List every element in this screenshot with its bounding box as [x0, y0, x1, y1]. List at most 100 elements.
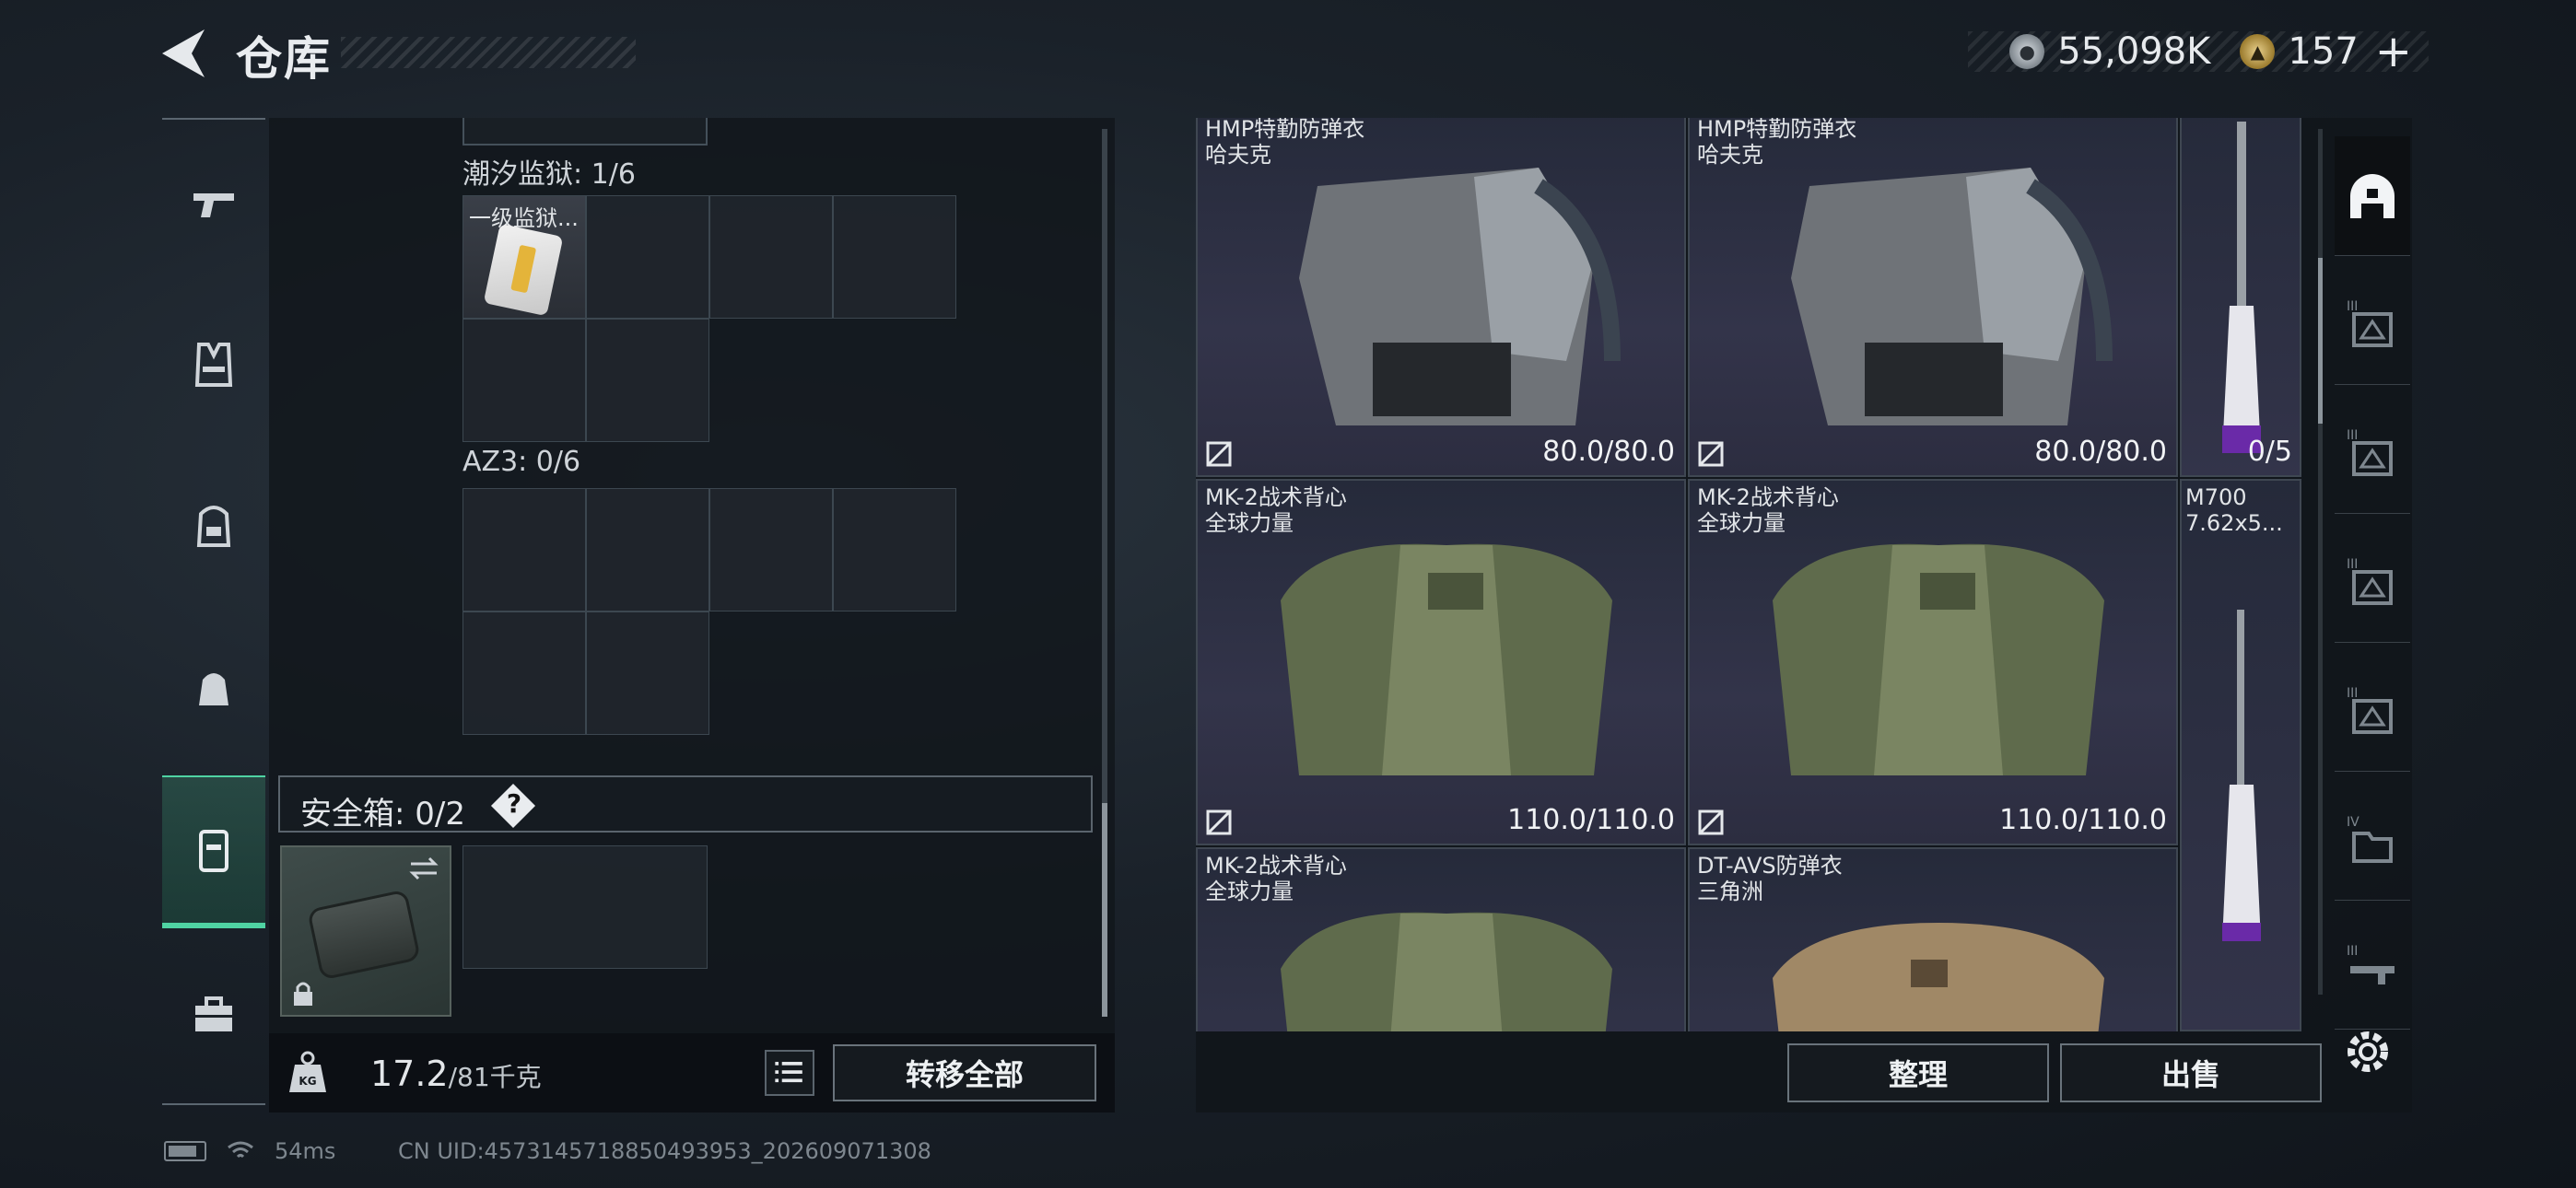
folder-tier-icon: IV: [2347, 815, 2393, 863]
warehouse-tab-main[interactable]: [2335, 136, 2410, 256]
toolbox-icon: [195, 996, 232, 1031]
no-insure-icon: [1206, 441, 1232, 467]
user-uid: CN UID:4573145718850493953_202609071308: [398, 1138, 931, 1164]
inventory-item-tile[interactable]: HMP特勤防弹衣 哈夫克 80.0/80.0: [1196, 118, 1686, 477]
svg-text:III: III: [2347, 299, 2358, 314]
rail-item-toolbox[interactable]: [162, 950, 265, 1079]
grid-cell[interactable]: [709, 195, 833, 319]
warehouse-tab-2[interactable]: III: [2335, 265, 2410, 385]
ping-value: 54ms: [275, 1138, 336, 1164]
no-insure-icon: [1698, 809, 1724, 835]
weapon-tier-icon: III: [2347, 944, 2395, 984]
grid-cell[interactable]: [709, 488, 833, 611]
help-mark: ?: [506, 788, 522, 819]
weight-kg-icon: KG: [289, 1051, 326, 1092]
armor-vest-icon: [194, 343, 233, 387]
warehouse-tab-rail: III III III III IV III: [2335, 127, 2410, 1030]
warehouse-tab-4[interactable]: III: [2335, 523, 2410, 643]
grid-cell[interactable]: [833, 488, 956, 611]
pistol-icon: [193, 193, 234, 217]
svg-text:III: III: [2347, 428, 2358, 443]
rail-item-safe-box[interactable]: [162, 775, 265, 928]
rail-item-backpack[interactable]: [162, 460, 265, 589]
warehouse-icon: [2350, 173, 2395, 218]
item-label: 一级监狱...: [469, 205, 579, 231]
list-icon: [775, 1062, 802, 1083]
storage-tier-icon: III: [2347, 428, 2393, 476]
backpack-icon: [196, 506, 231, 547]
warehouse-tab-3[interactable]: III: [2335, 394, 2410, 514]
tactical-vest-icon: [1773, 543, 2104, 775]
silver-value: 55,098K: [2057, 30, 2211, 73]
weight-max: /81千克: [448, 1062, 542, 1092]
svg-text:III: III: [2347, 557, 2358, 572]
safe-box-icon: [199, 830, 228, 872]
rifle-icon: [2222, 122, 2261, 453]
inventory-item-tile[interactable]: MK-2战术背心 全球力量 110.0/110.0: [1688, 479, 2178, 845]
svg-text:IV: IV: [2347, 815, 2359, 830]
lock-icon: [294, 982, 312, 1006]
weight-bar: KG 17.2/81千克 转移全部: [269, 1033, 1115, 1112]
container-top-partial: [463, 118, 708, 146]
grid-cell[interactable]: [833, 195, 956, 319]
tactical-vest-icon: [1281, 543, 1612, 775]
add-currency-button[interactable]: +: [2375, 26, 2412, 77]
grid-cell[interactable]: [463, 488, 586, 611]
grid-cell[interactable]: [586, 319, 709, 442]
keycard-icon: [483, 223, 564, 317]
item-cell-prison-card[interactable]: 一级监狱...: [463, 195, 586, 319]
sell-button[interactable]: 出售: [2060, 1043, 2322, 1102]
inventory-item-tile[interactable]: DT-AVS防弹衣 三角洲: [1688, 847, 2178, 1031]
safe-box-label: 安全箱: 0/2: [300, 796, 465, 833]
rail-item-armor[interactable]: [162, 300, 265, 429]
gold-value: 157: [2288, 30, 2359, 73]
rail-item-bag[interactable]: [162, 623, 265, 751]
silver-coin-icon: ●: [2009, 34, 2045, 69]
warehouse-tab-5[interactable]: III: [2335, 652, 2410, 772]
inventory-item-tile[interactable]: HMP特勤防弹衣 哈夫克 80.0/80.0: [1688, 118, 2178, 477]
safe-case-icon: [307, 889, 421, 981]
grid-cell[interactable]: [586, 195, 709, 319]
bag-icon: [199, 673, 228, 705]
warehouse-tab-6[interactable]: IV: [2335, 781, 2410, 901]
svg-text:KG: KG: [299, 1075, 316, 1088]
inventory-rifle-tile[interactable]: M700 7.62x5...: [2180, 479, 2301, 1031]
swap-icon[interactable]: [407, 855, 440, 882]
container-label-tidal-prison: 潮汐监狱: 1/6: [463, 158, 636, 191]
transfer-all-button[interactable]: 转移全部: [833, 1044, 1096, 1101]
settings-gear-icon[interactable]: [2340, 1024, 2395, 1079]
safe-box-item[interactable]: [280, 845, 451, 1017]
item-durability: 110.0/110.0: [1507, 804, 1675, 836]
tactical-vest-icon: [1281, 912, 1612, 1031]
page-title: 仓库: [236, 32, 332, 86]
inventory-item-tile[interactable]: MK-2战术背心 全球力量: [1196, 847, 1686, 1031]
no-insure-icon: [1206, 809, 1232, 835]
back-button[interactable]: [158, 26, 210, 81]
svg-text:III: III: [2347, 944, 2358, 959]
list-view-button[interactable]: [765, 1050, 814, 1096]
weight-readout: 17.2/81千克: [370, 1054, 542, 1094]
inventory-item-tile[interactable]: MK-2战术背心 全球力量 110.0/110.0: [1196, 479, 1686, 845]
grid-cell[interactable]: [463, 611, 586, 735]
grid-cell[interactable]: [463, 319, 586, 442]
body-armor-icon: [1299, 168, 1621, 425]
body-armor-icon: [1773, 923, 2104, 1031]
sort-button[interactable]: 整理: [1787, 1043, 2049, 1102]
grid-cell[interactable]: [586, 488, 709, 611]
item-durability: 110.0/110.0: [1999, 804, 2167, 836]
gold-coin-icon: ▲: [2240, 34, 2276, 69]
inventory-scrollbar-thumb[interactable]: [2318, 258, 2323, 424]
battery-icon: [164, 1141, 206, 1161]
item-name: M700 7.62x5...: [2185, 484, 2283, 536]
inventory-grid: HMP特勤防弹衣 哈夫克 80.0/80.0 HMP特勤防弹衣 哈夫克 80.0/8…: [1196, 118, 2311, 1031]
warehouse-tab-7[interactable]: III: [2335, 910, 2410, 1030]
left-scrollbar-thumb[interactable]: [1102, 803, 1107, 1017]
status-bar: 54ms: [164, 1138, 335, 1164]
safe-box-slots[interactable]: [463, 845, 708, 969]
grid-cell[interactable]: [586, 611, 709, 735]
left-category-rail: [162, 118, 265, 1105]
rail-item-weapon[interactable]: [162, 138, 265, 267]
rifle-icon: [2222, 610, 2261, 941]
inventory-rifle-tile[interactable]: 0/5: [2180, 118, 2301, 477]
svg-text:III: III: [2347, 686, 2358, 701]
